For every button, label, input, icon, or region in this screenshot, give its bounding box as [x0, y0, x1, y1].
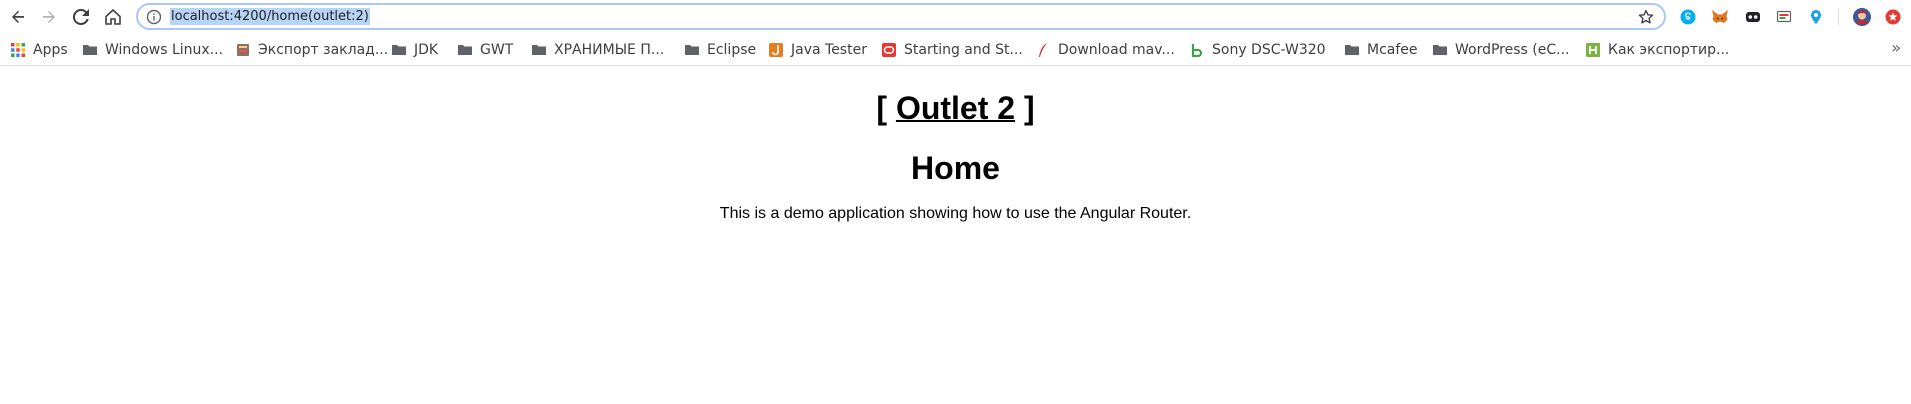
bookmarks-overflow-button[interactable]: » [1891, 38, 1901, 57]
star-icon[interactable] [1637, 8, 1655, 26]
forward-button[interactable] [37, 5, 61, 29]
folder-icon [392, 45, 406, 55]
forward-arrow-icon [43, 10, 55, 23]
toolbar-divider [1838, 9, 1839, 25]
home-icon [105, 9, 121, 25]
folder-icon [1433, 45, 1447, 55]
bookmarks-bar: Apps Windows Linux... Экспорт заклад... … [0, 34, 1911, 65]
location-extension-icon[interactable] [1807, 8, 1825, 26]
apps-grid-icon [11, 43, 25, 57]
info-icon[interactable] [146, 9, 162, 25]
bookmark-folder-gwt[interactable]: GWT [457, 40, 513, 60]
bookmark-label: Экспорт заклад... [258, 42, 389, 58]
bookmark-folder-windows-linux[interactable]: Windows Linux... [82, 40, 223, 60]
bookmark-folder-eclipse[interactable]: Eclipse [684, 40, 756, 60]
folder-icon [458, 45, 472, 55]
open-bracket: [ [876, 90, 888, 126]
bookmark-label: Mcafee [1367, 42, 1418, 58]
reload-icon [73, 9, 89, 25]
page-content: [ Outlet 2 ] Home This is a demo applica… [0, 68, 1911, 404]
bookmark-starting-and-st[interactable]: Starting and St... [881, 40, 1023, 60]
green-h-favicon [1586, 43, 1600, 57]
bookmark-apps[interactable]: Apps [10, 40, 68, 60]
home-button[interactable] [101, 5, 125, 29]
bookmark-label: ХРАНИМЫЕ П... [554, 42, 665, 58]
folder-icon [685, 45, 699, 55]
cast-extension-icon[interactable] [1775, 8, 1793, 26]
folder-icon [1345, 45, 1359, 55]
bookmark-download-maven[interactable]: Download mav... [1035, 40, 1175, 60]
bookmark-folder-wordpress[interactable]: WordPress (eC... [1432, 40, 1569, 60]
close-bracket: ] [1023, 90, 1035, 126]
bookmark-export[interactable]: Экспорт заклад... [235, 40, 388, 60]
red-extension-icon[interactable] [1884, 8, 1902, 26]
bookmark-label: GWT [480, 42, 514, 58]
back-arrow-icon [12, 10, 24, 23]
bookmark-folder-jdk[interactable]: JDK [391, 40, 438, 60]
book-favicon [237, 44, 249, 56]
bookmark-folder-stored[interactable]: ХРАНИМЫЕ П... [531, 40, 664, 60]
bookmark-label: Windows Linux... [105, 42, 224, 58]
outlet-link[interactable]: Outlet 2 [896, 90, 1015, 126]
page-title: Home [911, 150, 1000, 186]
folder-icon [83, 45, 97, 55]
bookmark-label: JDK [414, 42, 439, 58]
bookmark-sony-dsc[interactable]: Sony DSC-W320 [1189, 40, 1326, 60]
profile-avatar[interactable] [1853, 8, 1871, 26]
java-favicon [769, 43, 783, 57]
skype-extension-icon[interactable] [1679, 8, 1697, 26]
bookmark-how-to-export[interactable]: Как экспортир... [1585, 40, 1729, 60]
bookmark-label: Apps [33, 42, 68, 58]
feather-favicon [1039, 43, 1047, 57]
bookmark-label: Download mav... [1058, 42, 1175, 58]
bookmark-label: Как экспортир... [1608, 42, 1730, 58]
url-text[interactable]: localhost:4200/home(outlet:2) [170, 8, 370, 25]
metamask-extension-icon[interactable] [1711, 8, 1729, 26]
back-button[interactable] [6, 5, 30, 29]
bookmark-label: WordPress (eC... [1455, 42, 1570, 58]
green-b-favicon [1190, 43, 1204, 58]
bookmark-label: Sony DSC-W320 [1212, 42, 1326, 58]
folder-icon [532, 45, 546, 55]
browser-chrome: localhost:4200/home(outlet:2) Apps Windo… [0, 0, 1911, 66]
bookmark-folder-mcafee[interactable]: Mcafee [1344, 40, 1418, 60]
bookmark-label: Starting and St... [904, 42, 1023, 58]
bookmark-java-tester[interactable]: Java Tester [768, 40, 867, 60]
page-description: This is a demo application showing how t… [719, 205, 1192, 222]
bookmark-label: Java Tester [791, 42, 867, 58]
oracle-favicon [882, 43, 896, 57]
address-bar[interactable]: localhost:4200/home(outlet:2) [136, 3, 1666, 30]
mask-extension-icon[interactable] [1744, 8, 1762, 26]
bookmark-label: Eclipse [707, 42, 757, 58]
outlet-heading: [ Outlet 2 ] [0, 88, 1911, 128]
browser-toolbar: localhost:4200/home(outlet:2) [0, 0, 1911, 34]
reload-button[interactable] [69, 5, 93, 29]
